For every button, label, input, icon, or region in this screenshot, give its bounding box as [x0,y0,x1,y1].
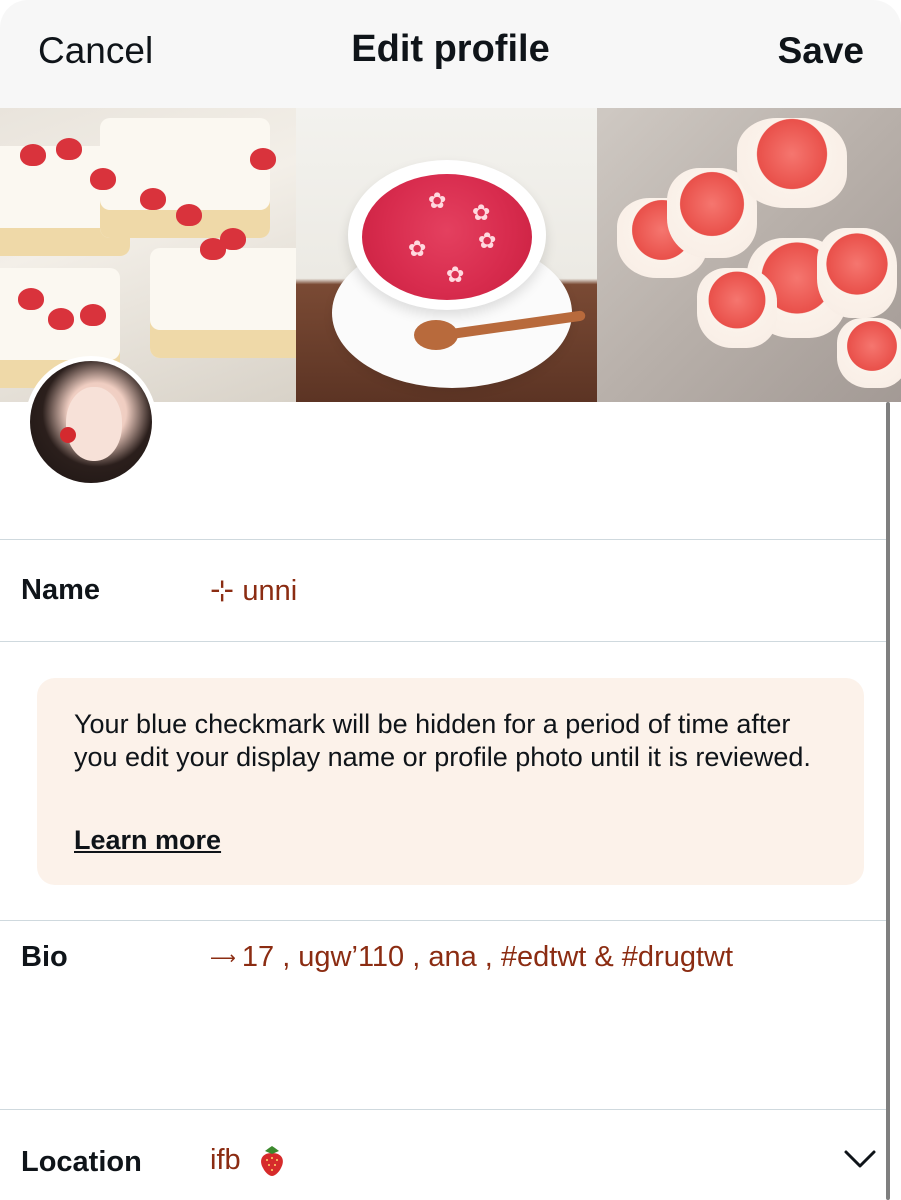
profile-avatar[interactable] [25,356,157,488]
page-title: Edit profile [351,28,550,70]
header-bar: Cancel Edit profile Save [0,0,901,108]
name-label: Name [21,574,100,606]
edit-profile-sheet: Cancel Edit profile Save ✿ ✿ ✿ ✿ ✿ Name … [0,0,901,1200]
divider [0,920,886,921]
learn-more-link[interactable]: Learn more [74,825,221,856]
divider [0,539,886,540]
location-label: Location [21,1146,142,1178]
notice-text: Your blue checkmark will be hidden for a… [74,709,811,772]
strawberry-icon [260,1146,283,1177]
divider [0,1109,886,1110]
banner-tea-photo: ✿ ✿ ✿ ✿ ✿ [296,108,597,402]
bio-field[interactable]: ⟶ 17 , ugw’110 , ana , #edtwt & #drugtwt [210,941,733,974]
save-button[interactable]: Save [778,30,864,72]
location-text: ifb [210,1144,241,1176]
avatar-photo [30,361,152,483]
arrow-icon: ⟶ [210,947,236,968]
verification-notice: Your blue checkmark will be hidden for a… [37,678,864,885]
header-banner-image[interactable]: ✿ ✿ ✿ ✿ ✿ [0,108,901,402]
location-field[interactable]: ifb [210,1144,287,1177]
scrollbar[interactable] [886,402,890,1200]
banner-cakes-photo [0,108,296,402]
divider [0,641,886,642]
bio-label: Bio [21,941,68,973]
bio-text: 17 , ugw’110 , ana , #edtwt & #drugtwt [241,941,734,973]
chevron-down-icon[interactable] [843,1148,877,1170]
banner-gummies-photo [597,108,901,402]
name-field[interactable]: ⊹ unni [210,573,297,608]
